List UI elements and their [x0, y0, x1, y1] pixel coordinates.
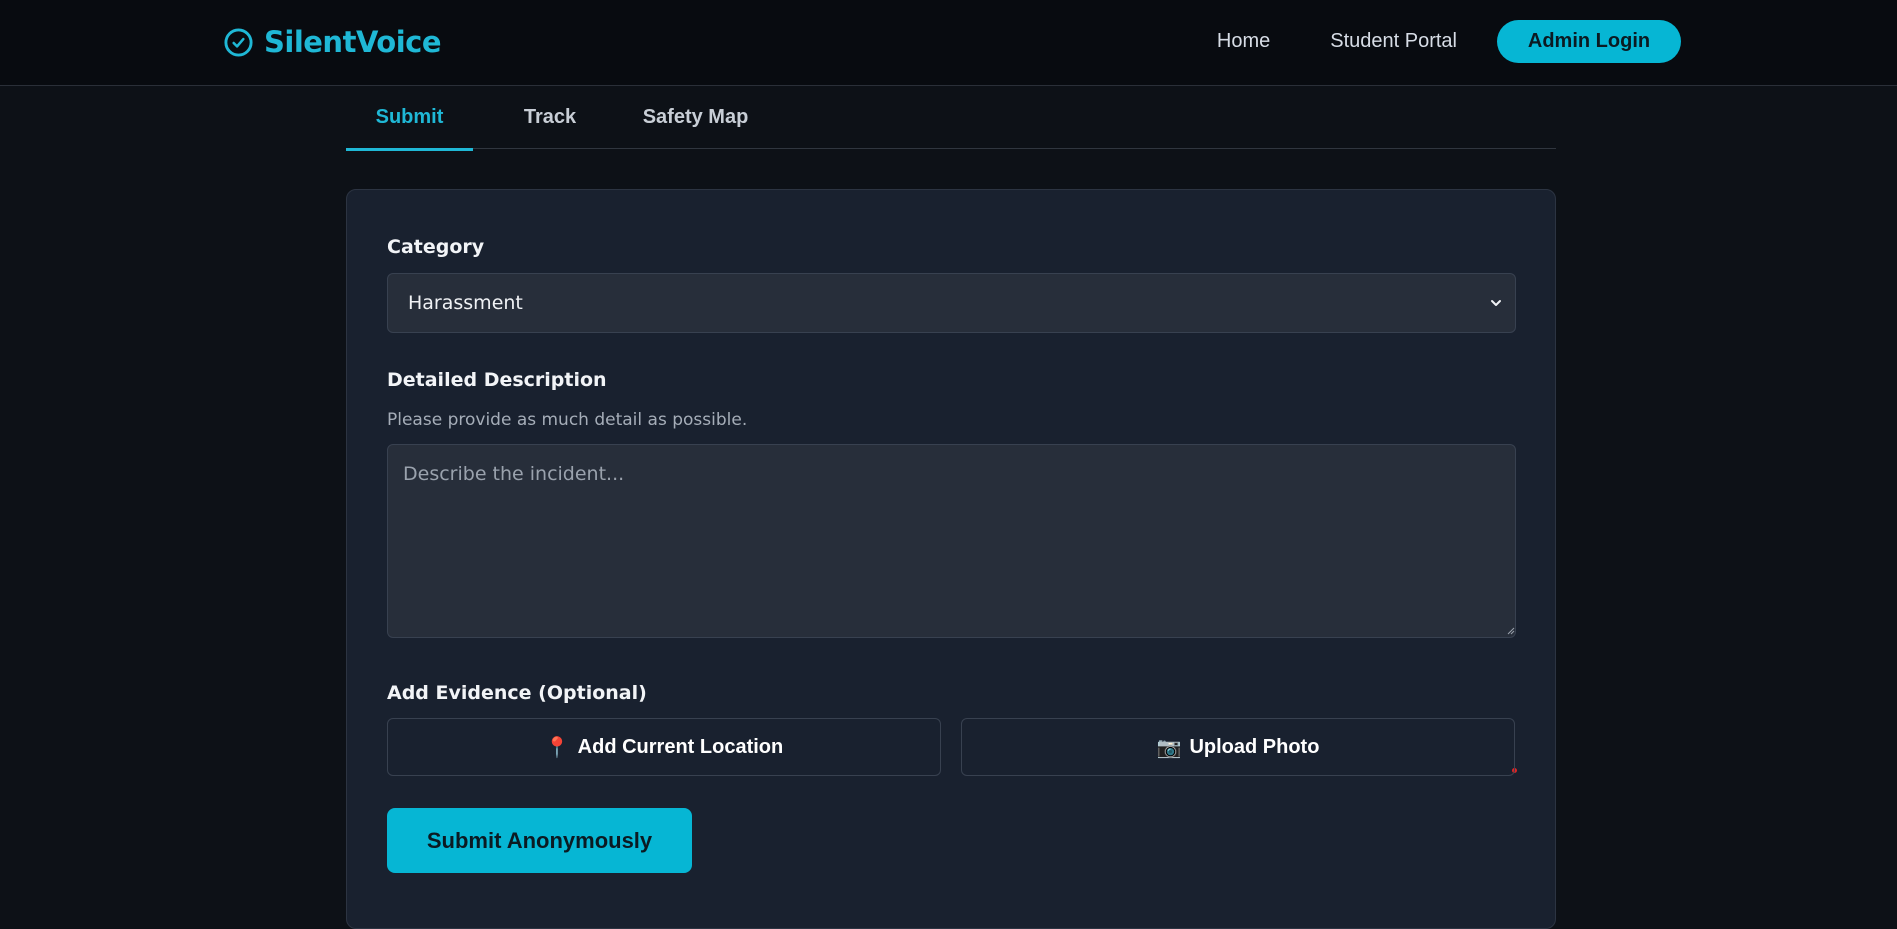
tab-safety-map[interactable]: Safety Map — [627, 86, 764, 149]
tab-bar: Submit Track Safety Map — [346, 86, 1556, 151]
main-nav: Home Student Portal Admin Login — [1217, 20, 1681, 63]
category-selected-value: Harassment — [408, 292, 523, 314]
nav-home-link[interactable]: Home — [1217, 30, 1270, 53]
top-navbar: SilentVoice Home Student Portal Admin Lo… — [0, 0, 1897, 86]
category-label: Category — [387, 236, 485, 258]
chevron-down-icon — [1491, 300, 1501, 306]
description-hint: Please provide as much detail as possibl… — [387, 410, 748, 430]
evidence-label: Add Evidence (Optional) — [387, 682, 647, 704]
tab-submit[interactable]: Submit — [346, 86, 473, 151]
brand-name: SilentVoice — [264, 25, 442, 59]
category-select[interactable]: Harassment — [387, 273, 1516, 333]
description-label: Detailed Description — [387, 369, 607, 391]
camera-icon: 📷 — [1156, 736, 1182, 759]
pin-icon: 📍 — [544, 736, 570, 759]
check-circle-icon — [224, 27, 253, 57]
description-textarea[interactable] — [387, 444, 1516, 638]
resize-grip-icon[interactable] — [1507, 627, 1515, 635]
add-location-button[interactable]: 📍 Add Current Location — [387, 718, 941, 776]
add-location-label: Add Current Location — [577, 735, 784, 758]
upload-photo-label: Upload Photo — [1189, 735, 1320, 758]
tab-track[interactable]: Track — [473, 86, 627, 149]
nav-student-portal-link[interactable]: Student Portal — [1330, 30, 1457, 53]
submit-anonymously-button[interactable]: Submit Anonymously — [387, 808, 692, 873]
upload-photo-button[interactable]: 📷 Upload Photo — [961, 718, 1515, 776]
admin-login-button[interactable]: Admin Login — [1497, 20, 1681, 63]
report-form-card: Category Harassment Detailed Description… — [346, 189, 1556, 929]
brand-logo[interactable]: SilentVoice — [223, 24, 442, 60]
